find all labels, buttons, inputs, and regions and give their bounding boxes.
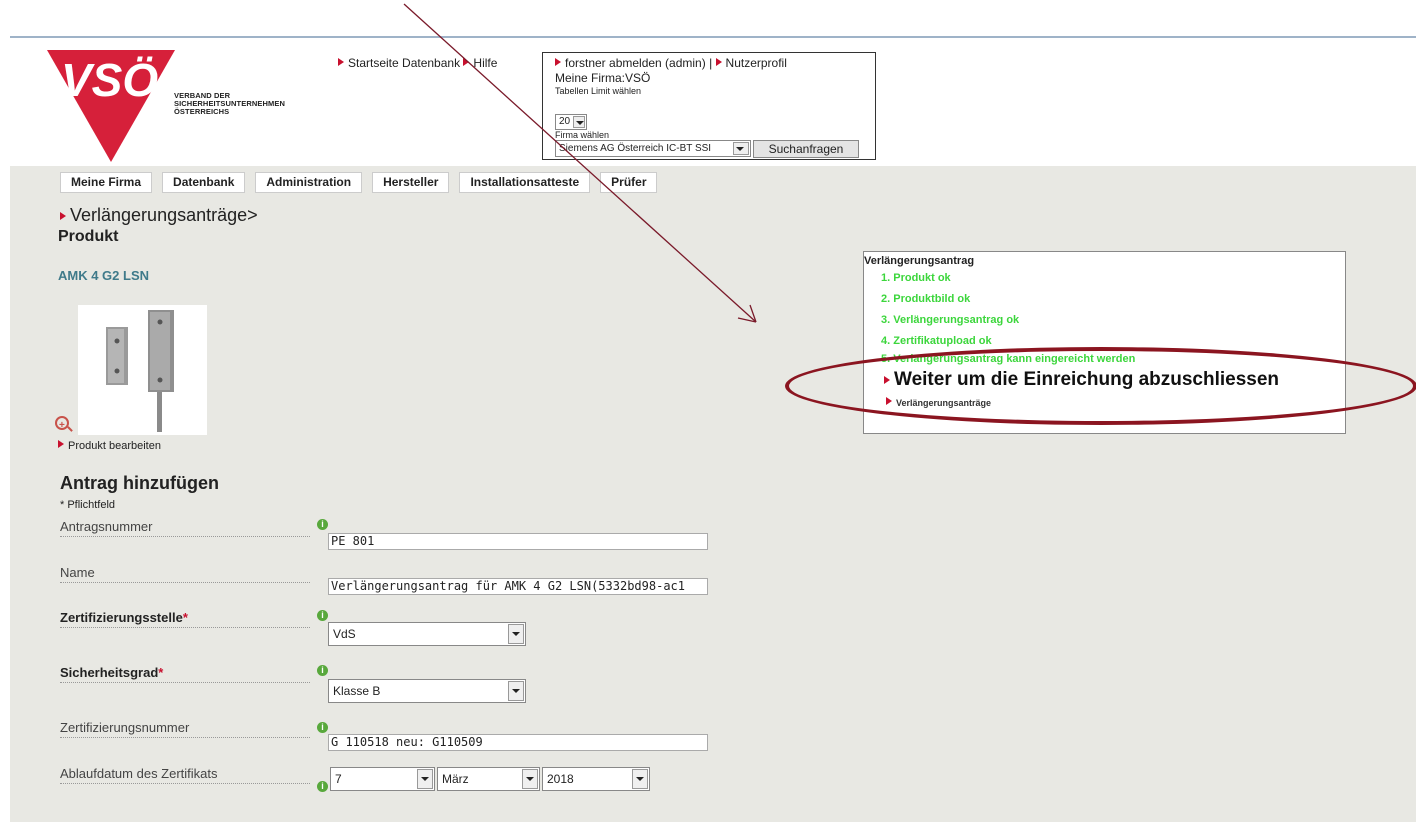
bullet-icon: [463, 58, 470, 66]
company-select[interactable]: Siemens AG Österreich IC-BT SSI: [555, 140, 751, 157]
zertifizierungsnummer-input[interactable]: G 110518 neu: G110509: [328, 734, 708, 751]
step-item: 3. Verlängerungsantrag ok: [881, 314, 1020, 326]
select-value: 2018: [547, 772, 574, 786]
startseite-link[interactable]: Startseite Datenbank: [338, 56, 460, 70]
name-input[interactable]: Verlängerungsantrag für AMK 4 G2 LSN(533…: [328, 578, 708, 595]
product-name: AMK 4 G2 LSN: [58, 268, 150, 283]
chevron-down-icon[interactable]: [522, 769, 538, 789]
required-marker: *: [158, 665, 164, 680]
name-label: Name: [60, 565, 310, 583]
company-value: Siemens AG Österreich IC-BT SSI: [559, 143, 712, 154]
profile-label: Nutzerprofil: [725, 56, 787, 70]
inset-title: Verlängerungsantrag: [864, 255, 975, 267]
select-value: VdS: [333, 627, 356, 641]
sicherheitsgrad-select[interactable]: Klasse B: [328, 679, 526, 703]
tab-meine-firma[interactable]: Meine Firma: [60, 172, 153, 193]
logo-text: VERBAND DER SICHERHEITSUNTERNEHMEN ÖSTER…: [174, 92, 285, 116]
select-value: Klasse B: [333, 684, 381, 698]
chevron-down-icon[interactable]: [508, 624, 524, 644]
select-value: 7: [335, 772, 342, 786]
label-text: Antragsnummer: [60, 519, 153, 534]
edit-product-link[interactable]: Produkt bearbeiten: [58, 440, 161, 452]
main-nav: Meine Firma Datenbank Administration Her…: [60, 172, 658, 193]
tab-installationsatteste[interactable]: Installationsatteste: [459, 172, 591, 193]
logout-link[interactable]: forstner abmelden (admin) |: [555, 56, 712, 70]
logo-text-line: ÖSTERREICHS: [174, 107, 230, 116]
chevron-down-icon[interactable]: [508, 681, 524, 701]
user-box: forstner abmelden (admin) | Nutzerprofil…: [542, 52, 876, 160]
highlight-ellipse: [785, 347, 1416, 425]
chevron-down-icon[interactable]: [573, 116, 585, 128]
chevron-down-icon[interactable]: [733, 142, 749, 155]
antragsnummer-input[interactable]: PE 801: [328, 533, 708, 550]
day-select[interactable]: 7: [330, 767, 435, 791]
edit-product-label: Produkt bearbeiten: [68, 440, 161, 452]
label-text: Ablaufdatum des Zertifikats: [60, 766, 218, 781]
section-title: Produkt: [58, 228, 119, 245]
info-icon[interactable]: i: [317, 722, 328, 733]
bullet-icon: [555, 58, 561, 66]
tab-pruefer[interactable]: Prüfer: [600, 172, 658, 193]
step-item: 4. Zertifikatupload ok: [881, 335, 992, 347]
required-note: * Pflichtfeld: [60, 499, 116, 511]
select-value: März: [442, 772, 469, 786]
ablaufdatum-label: Ablaufdatum des Zertifikats: [60, 766, 310, 784]
my-company: Meine Firma:VSÖ: [555, 71, 651, 85]
required-marker: *: [182, 610, 188, 625]
product-photo: [106, 310, 174, 432]
logout-label: forstner abmelden (admin) |: [565, 56, 713, 70]
label-text: Zertifizierungsstelle: [60, 610, 183, 625]
zertifizierungsstelle-select[interactable]: VdS: [328, 622, 526, 646]
antragsnummer-label: Antragsnummer: [60, 519, 310, 537]
step-item: 1. Produkt ok: [881, 272, 951, 284]
info-icon[interactable]: i: [317, 519, 328, 530]
form-title: Antrag hinzufügen: [60, 473, 219, 493]
sicherheitsgrad-label: Sicherheitsgrad*: [60, 665, 310, 683]
chevron-down-icon[interactable]: [417, 769, 433, 789]
month-select[interactable]: März: [437, 767, 540, 791]
limit-value: 20: [559, 116, 571, 127]
zoom-icon[interactable]: +: [55, 416, 69, 431]
hilfe-label: Hilfe: [473, 56, 498, 70]
search-button[interactable]: Suchanfragen: [753, 140, 859, 158]
profile-link[interactable]: Nutzerprofil: [715, 56, 787, 70]
tab-datenbank[interactable]: Datenbank: [162, 172, 246, 193]
step-item: 2. Produktbild ok: [881, 293, 971, 305]
breadcrumb-label: Verlängerungsanträge>: [70, 205, 258, 225]
year-select[interactable]: 2018: [542, 767, 650, 791]
info-icon[interactable]: i: [317, 781, 328, 792]
logo-letters: VSÖ: [61, 54, 158, 106]
label-text: Zertifizierungsnummer: [60, 720, 190, 735]
zertifizierungsstelle-label: Zertifizierungsstelle*: [60, 610, 310, 628]
top-links: Startseite Datenbank Hilfe: [338, 56, 497, 70]
label-text: Sicherheitsgrad: [60, 665, 159, 680]
bullet-icon: [715, 58, 722, 66]
limit-label: Tabellen Limit wählen: [555, 86, 642, 96]
bullet-icon: [58, 440, 64, 448]
breadcrumb[interactable]: Verlängerungsanträge>: [60, 205, 258, 226]
bullet-icon: [338, 58, 344, 66]
hilfe-link[interactable]: Hilfe: [463, 56, 497, 70]
product-image[interactable]: [78, 305, 207, 435]
bullet-icon: [60, 212, 66, 220]
info-icon[interactable]: i: [317, 610, 328, 621]
tab-hersteller[interactable]: Hersteller: [372, 172, 450, 193]
label-text: Name: [60, 565, 95, 580]
startseite-label: Startseite Datenbank: [348, 56, 461, 70]
chevron-down-icon[interactable]: [632, 769, 648, 789]
vso-logo[interactable]: VSÖ: [47, 46, 175, 164]
info-icon[interactable]: i: [317, 665, 328, 676]
zertifizierungsnummer-label: Zertifizierungsnummer: [60, 720, 310, 738]
limit-select[interactable]: 20: [555, 114, 587, 130]
tab-administration[interactable]: Administration: [255, 172, 363, 193]
